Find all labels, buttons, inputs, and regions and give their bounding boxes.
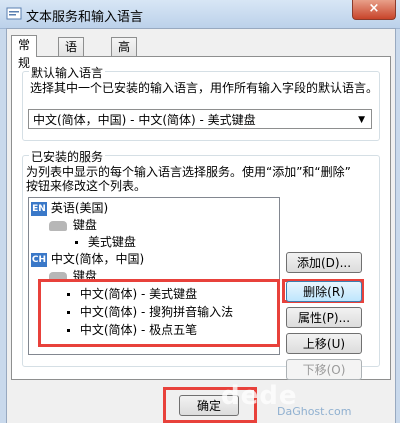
default-input-select[interactable]: 中文(简体，中国) - 中文(简体) - 美式键盘 ▼ xyxy=(28,109,372,129)
tree-chinese-item-jidian[interactable]: 中文(简体) - 极点五笔 xyxy=(65,322,197,338)
tree-lang-english-label: 英语(美国) xyxy=(50,201,109,215)
close-icon: × xyxy=(368,1,380,16)
bullet-icon xyxy=(67,329,70,332)
app-icon xyxy=(6,7,22,20)
tree-lang-chinese[interactable]: CH 中文(简体，中国) xyxy=(31,251,144,267)
close-button[interactable]: × xyxy=(352,0,396,20)
tab-advanced-keys[interactable]: 高级键设置 xyxy=(111,37,138,126)
tree-chinese-keyboard[interactable]: 键盘 xyxy=(49,268,97,284)
tree-chinese-item-sogou[interactable]: 中文(简体) - 搜狗拼音输入法 xyxy=(65,304,233,320)
tab-language-bar[interactable]: 语言栏 xyxy=(58,37,85,90)
window-title: 文本服务和输入语言 xyxy=(26,10,144,25)
remove-button[interactable]: 删除(R) xyxy=(286,281,362,302)
tab-panel-general: 默认输入语言 选择其中一个已安装的输入语言，用作所有输入字段的默认语言。 中文(… xyxy=(11,56,391,380)
dialog: 常规 语言栏 高级键设置 默认输入语言 选择其中一个已安装的输入语言，用作所有输… xyxy=(6,28,396,423)
installed-services-description-1: 为列表中显示的每个输入语言选择服务。使用“添加”和“删除” xyxy=(26,165,351,179)
default-input-legend: 默认输入语言 xyxy=(29,64,106,81)
keyboard-icon xyxy=(49,271,67,282)
keyboard-icon xyxy=(49,220,67,231)
tree-english-keyboard[interactable]: 键盘 xyxy=(49,217,97,233)
tree-lang-chinese-label: 中文(简体，中国) xyxy=(50,252,145,266)
bullet-icon xyxy=(67,293,70,296)
tree-chinese-item-us[interactable]: 中文(简体) - 美式键盘 xyxy=(65,286,197,302)
title-bar: 文本服务和输入语言 × xyxy=(0,0,400,29)
default-input-description: 选择其中一个已安装的输入语言，用作所有输入字段的默认语言。 xyxy=(30,81,379,95)
bullet-icon xyxy=(67,311,70,314)
installed-services-legend: 已安装的服务 xyxy=(29,148,106,165)
installed-services-description-2: 按钮来修改这个列表。 xyxy=(26,179,147,193)
chevron-down-icon: ▼ xyxy=(358,115,365,125)
tree-chinese-keyboard-label: 键盘 xyxy=(72,269,97,283)
watermark-sub: DaGhost.com xyxy=(277,405,352,418)
services-tree[interactable]: EN 英语(美国) 键盘 美式键盘 CH 中文(简体，中国) 键盘 中文(简体)… xyxy=(28,197,280,355)
add-button[interactable]: 添加(D)... xyxy=(286,252,362,273)
properties-button[interactable]: 属性(P)... xyxy=(286,307,362,328)
language-badge: EN xyxy=(31,201,47,216)
tree-english-keyboard-label: 键盘 xyxy=(72,218,97,232)
language-badge: CH xyxy=(31,252,47,267)
move-down-button[interactable]: 下移(O) xyxy=(286,359,362,380)
default-input-value: 中文(简体，中国) - 中文(简体) - 美式键盘 xyxy=(33,113,256,127)
tree-english-us-keyboard-label: 美式键盘 xyxy=(87,235,136,249)
bullet-icon xyxy=(75,241,78,244)
tab-general[interactable]: 常规 xyxy=(11,35,38,70)
tree-english-us-keyboard[interactable]: 美式键盘 xyxy=(73,234,136,250)
tree-chinese-item-us-label: 中文(简体) - 美式键盘 xyxy=(79,287,198,301)
tree-lang-english[interactable]: EN 英语(美国) xyxy=(31,200,108,216)
tree-chinese-item-sogou-label: 中文(简体) - 搜狗拼音输入法 xyxy=(79,305,234,319)
tree-chinese-item-jidian-label: 中文(简体) - 极点五笔 xyxy=(79,323,198,337)
move-up-button[interactable]: 上移(U) xyxy=(286,333,362,354)
